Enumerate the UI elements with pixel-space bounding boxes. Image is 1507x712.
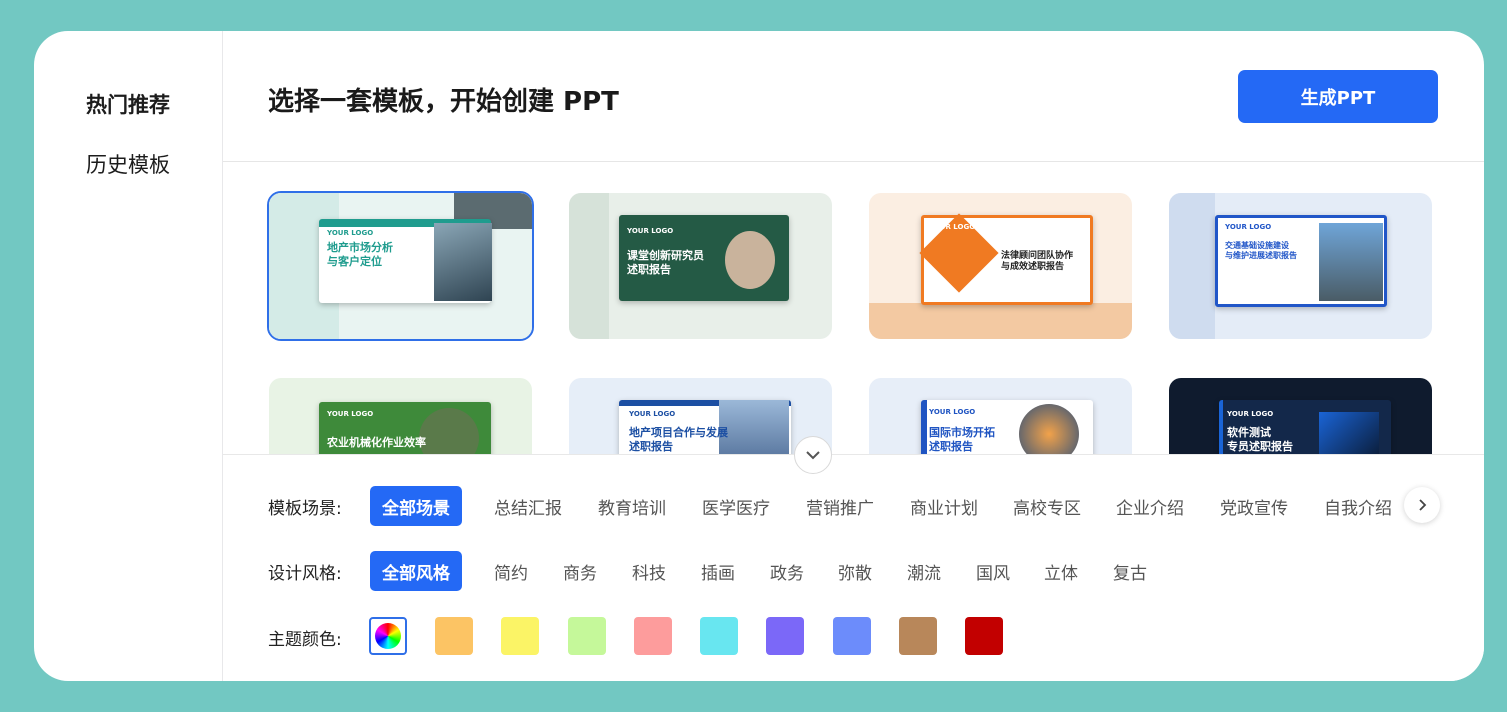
scene-chip[interactable]: 全部场景 [370,486,462,526]
color-swatch[interactable] [766,617,804,655]
style-chip[interactable]: 弥散 [826,551,884,591]
generate-ppt-button[interactable]: 生成PPT [1238,70,1438,123]
sidebar-item-history[interactable]: 历史模板 [86,149,170,179]
template-card[interactable]: YOUR LOGO 农业机械化作业效率 [269,378,532,454]
template-thumbnail: YOUR LOGO 法律顾问团队协作 与成效述职报告 [869,193,1132,339]
color-swatch[interactable] [435,617,473,655]
style-chip[interactable]: 潮流 [895,551,953,591]
template-dialog: 热门推荐 历史模板 选择一套模板，开始创建 PPT 生成PPT YOUR LOG… [34,31,1484,681]
style-chip[interactable]: 全部风格 [370,551,462,591]
chevron-down-icon [806,451,820,460]
style-label: 设计风格: [268,564,342,584]
color-swatch[interactable] [700,617,738,655]
template-card[interactable]: YOUR LOGO 软件测试 专员述职报告 [1169,378,1432,454]
scene-chip[interactable]: 企业介绍 [1104,486,1196,526]
template-card[interactable]: YOUR LOGO 国际市场开拓 述职报告 [869,378,1132,454]
scene-label: 模板场景: [268,499,342,519]
sidebar: 热门推荐 历史模板 [34,31,223,681]
template-card[interactable]: YOUR LOGO 地产市场分析 与客户定位 [267,191,534,341]
color-swatch[interactable] [833,617,871,655]
sidebar-item-hot[interactable]: 热门推荐 [86,89,170,119]
color-swatch[interactable] [965,617,1003,655]
scene-next-button[interactable] [1404,487,1440,523]
scene-chip[interactable]: 营销推广 [794,486,886,526]
color-swatch[interactable] [899,617,937,655]
template-card[interactable]: YOUR LOGO 课堂创新研究员 述职报告 [569,193,832,339]
scene-chip[interactable]: 自我介绍 [1312,486,1404,526]
scene-chip[interactable]: 商业计划 [898,486,990,526]
style-chip[interactable]: 商务 [551,551,609,591]
template-thumbnail: YOUR LOGO 软件测试 专员述职报告 [1169,378,1432,454]
style-chip[interactable]: 插画 [689,551,747,591]
color-swatch[interactable] [634,617,672,655]
template-thumbnail: YOUR LOGO 课堂创新研究员 述职报告 [569,193,832,339]
scene-chip[interactable]: 党政宣传 [1208,486,1300,526]
template-thumbnail: YOUR LOGO 国际市场开拓 述职报告 [869,378,1132,454]
style-chip[interactable]: 简约 [482,551,540,591]
template-card[interactable]: YOUR LOGO 交通基础设施建设 与维护进展述职报告 [1169,193,1432,339]
template-thumbnail: YOUR LOGO 农业机械化作业效率 [269,378,532,454]
filter-panel: 模板场景: 全部场景 总结汇报 教育培训 医学医疗 营销推广 商业计划 高校专区… [223,454,1484,681]
template-card[interactable]: YOUR LOGO 地产项目合作与发展 述职报告 [569,378,832,454]
style-chip[interactable]: 科技 [620,551,678,591]
scene-chip[interactable]: 医学医疗 [690,486,782,526]
style-chip[interactable]: 复古 [1101,551,1159,591]
template-thumbnail: YOUR LOGO 地产项目合作与发展 述职报告 [569,378,832,454]
style-chip[interactable]: 国风 [964,551,1022,591]
page-title: 选择一套模板，开始创建 PPT [268,87,619,117]
template-thumbnail: YOUR LOGO 地产市场分析 与客户定位 [269,193,532,339]
scene-chip[interactable]: 总结汇报 [482,486,574,526]
color-label: 主题颜色: [268,630,342,650]
color-swatch[interactable] [501,617,539,655]
color-swatch-all[interactable] [369,617,407,655]
template-thumbnail: YOUR LOGO 交通基础设施建设 与维护进展述职报告 [1169,193,1432,339]
style-chip[interactable]: 政务 [758,551,816,591]
style-chip[interactable]: 立体 [1032,551,1090,591]
scene-chip[interactable]: 教育培训 [586,486,678,526]
main-panel: 选择一套模板，开始创建 PPT 生成PPT YOUR LOGO 地产市场分析 与… [223,31,1484,681]
scene-chip[interactable]: 高校专区 [1001,486,1093,526]
template-card[interactable]: YOUR LOGO 法律顾问团队协作 与成效述职报告 [869,193,1132,339]
expand-button[interactable] [794,436,832,474]
template-grid: YOUR LOGO 地产市场分析 与客户定位 YOUR LOGO 课堂创新研究员… [223,163,1484,454]
color-swatch[interactable] [568,617,606,655]
header: 选择一套模板，开始创建 PPT 生成PPT [223,31,1484,162]
chevron-right-icon [1419,499,1427,511]
color-wheel-icon [375,623,401,649]
